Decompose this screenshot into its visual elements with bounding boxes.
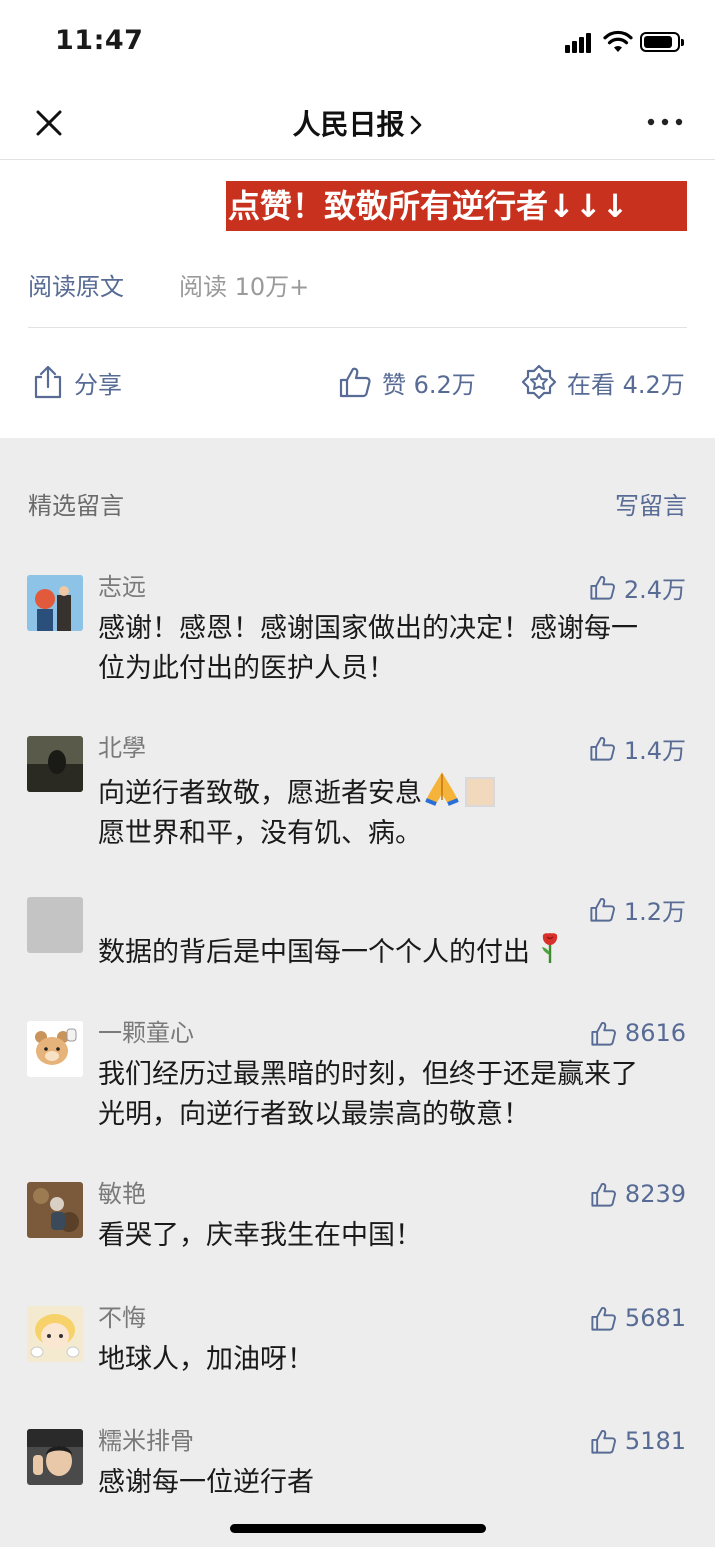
avatar[interactable] (27, 1182, 83, 1238)
comment-text-line: 感谢每一位逆行者 (98, 1467, 314, 1498)
read-original-link[interactable]: 阅读原文 (28, 273, 124, 301)
article-actions: 分享 赞 6.2万 在看 4.2万 (0, 355, 715, 409)
comment-text: 看哭了，庆幸我生在中国！ (98, 1216, 688, 1256)
thumbs-up-icon (590, 897, 615, 922)
unsupported-glyph-icon (465, 777, 495, 807)
thumbs-up-icon (591, 1021, 616, 1046)
wow-button[interactable]: 在看 4.2万 (521, 355, 685, 409)
avatar[interactable] (27, 1306, 83, 1362)
nav-bar: 人民日报 (0, 86, 715, 160)
like-button[interactable]: 赞 6.2万 (338, 355, 476, 409)
chevron-right-icon (410, 115, 421, 135)
status-time: 11:47 (55, 25, 144, 56)
thumbs-up-icon (590, 736, 615, 761)
thumbs-up-icon (591, 1182, 616, 1207)
avatar[interactable] (27, 736, 83, 792)
comment-like-button[interactable]: 1.4万 (589, 732, 686, 765)
write-comment-button[interactable]: 写留言 (615, 488, 687, 524)
divider (28, 327, 687, 328)
avatar[interactable] (27, 1429, 83, 1485)
status-bar: 11:47 (0, 0, 715, 86)
commenter-name: 不悔 (98, 1304, 146, 1332)
comment-text: 感谢每一位逆行者 (98, 1463, 688, 1503)
comment-like-count: 8239 (624, 1180, 686, 1208)
commenter-name: 志远 (98, 573, 146, 601)
avatar[interactable] (27, 897, 83, 953)
comment-like-button[interactable]: 5681 (590, 1302, 686, 1334)
comment-like-count: 5181 (624, 1427, 686, 1455)
comment-text: 感谢！感恩！感谢国家做出的决定！感谢每一 位为此付出的医护人员！ (98, 609, 688, 689)
thumbs-up-icon (590, 575, 615, 600)
comment-text: 向逆行者致敬，愿逝者安息 愿世界和平，没有饥、病。 (98, 770, 688, 854)
share-icon (34, 365, 62, 399)
signal-icon (565, 33, 593, 53)
comment-like-button[interactable]: 1.2万 (589, 893, 686, 926)
commenter-name: 一颗童心 (98, 1019, 194, 1047)
thumbs-up-icon (591, 1429, 616, 1454)
comment-text-line-a: 数据的背后是中国每一个个人的付出 (98, 937, 530, 968)
wifi-icon (603, 30, 633, 52)
wow-label: 在看 4.2万 (567, 370, 685, 399)
share-label: 分享 (74, 370, 122, 399)
commenter-name: 北學 (98, 734, 146, 762)
comments-header: 精选留言 写留言 (28, 488, 687, 524)
wow-star-icon (521, 364, 557, 400)
comment-text-line: 位为此付出的医护人员！ (98, 653, 395, 684)
commenter-name: 敏艳 (98, 1180, 146, 1208)
more-icon[interactable] (645, 112, 685, 132)
avatar[interactable] (27, 1021, 83, 1077)
comment-like-count: 2.4万 (623, 575, 686, 604)
comment-text-line: 我们经历过最黑暗的时刻，但终于还是赢来了 (98, 1059, 638, 1090)
comment-text-line: 感谢！感恩！感谢国家做出的决定！感谢每一 (98, 613, 638, 644)
comment-text-line: 向逆行者致敬，愿逝者安息 (98, 770, 688, 814)
comment-text: 数据的背后是中国每一个个人的付出 (98, 931, 688, 973)
praying-hands-icon (425, 772, 459, 806)
avatar[interactable] (27, 575, 83, 631)
comment-like-count: 5681 (624, 1304, 686, 1332)
read-count: 阅读 10万+ (179, 273, 310, 301)
comment-text: 地球人，加油呀！ (98, 1340, 688, 1380)
share-button[interactable]: 分享 (32, 355, 122, 409)
comment-text-line: 光明，向逆行者致以最崇高的敬意！ (98, 1099, 530, 1130)
home-indicator[interactable] (230, 1524, 486, 1533)
read-row: 阅读原文 阅读 10万+ (28, 268, 309, 306)
comment-like-button[interactable]: 8239 (590, 1178, 686, 1210)
comment-text-line: 地球人，加油呀！ (98, 1344, 314, 1375)
article-banner-text: 点赞！致敬所有逆行者↓↓↓ (226, 181, 687, 231)
thumbs-up-icon (339, 367, 371, 398)
comment-like-count: 8616 (624, 1019, 686, 1047)
comment-text: 我们经历过最黑暗的时刻，但终于还是赢来了 光明，向逆行者致以最崇高的敬意！ (98, 1055, 688, 1135)
account-title-link[interactable]: 人民日报 (0, 103, 715, 143)
comment-like-count: 1.2万 (623, 897, 686, 926)
comment-text-line: 数据的背后是中国每一个个人的付出 (98, 931, 688, 973)
thumbs-up-icon (591, 1306, 616, 1331)
article-footer-panel: 11:47 人民日报 点赞！致敬所有逆行者↓↓↓ 阅读原文 阅读 10万+ 分享… (0, 0, 715, 438)
comment-text-line-a: 向逆行者致敬，愿逝者安息 (98, 778, 422, 809)
comment-like-button[interactable]: 8616 (590, 1017, 686, 1049)
account-name: 人民日报 (292, 108, 405, 141)
like-label: 赞 6.2万 (382, 370, 476, 399)
comment-like-button[interactable]: 5181 (590, 1425, 686, 1457)
comment-like-count: 1.4万 (623, 736, 686, 765)
commenter-name: 糯米排骨 (98, 1427, 194, 1455)
battery-icon (640, 32, 684, 52)
comment-text-line: 愿世界和平，没有饥、病。 (98, 818, 422, 849)
comment-like-button[interactable]: 2.4万 (589, 571, 686, 604)
rose-icon (541, 933, 557, 963)
comments-title: 精选留言 (28, 492, 124, 520)
comment-text-line: 看哭了，庆幸我生在中国！ (98, 1220, 422, 1251)
